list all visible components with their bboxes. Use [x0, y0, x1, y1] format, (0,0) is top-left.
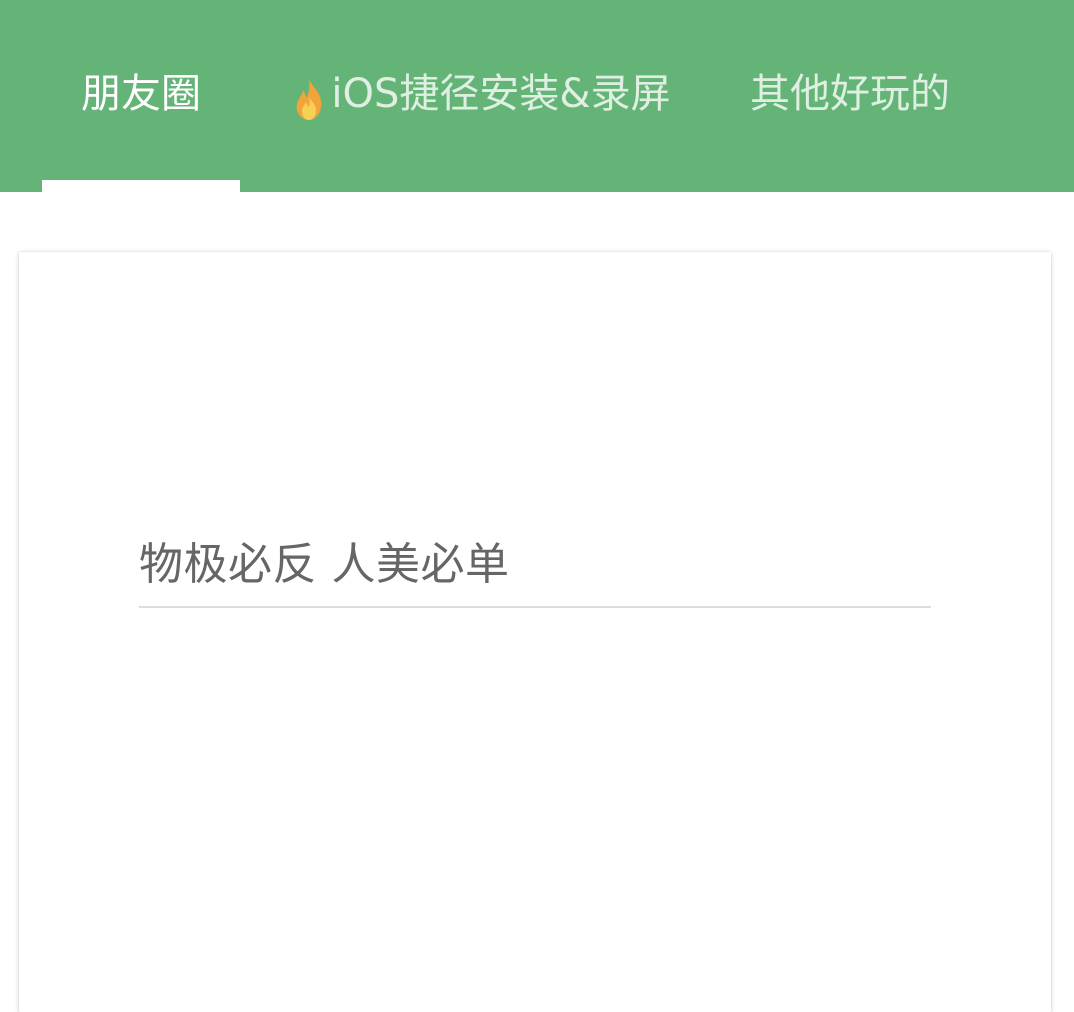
tab-label: iOS捷径安装&录屏: [331, 71, 671, 117]
top-tab-bar: 朋友圈 iOS捷径安装&录屏 其他好玩的: [0, 0, 1074, 192]
tab-ios-shortcuts[interactable]: iOS捷径安装&录屏: [270, 0, 690, 192]
text-field-value: 物极必反 人美必单: [139, 539, 510, 590]
tab-other-fun[interactable]: 其他好玩的: [720, 0, 980, 192]
text-field[interactable]: 物极必反 人美必单: [139, 522, 931, 608]
active-tab-indicator: [42, 180, 240, 192]
tab-moments[interactable]: 朋友圈: [42, 0, 240, 192]
tab-label: 其他好玩的: [750, 71, 950, 117]
fire-icon: [297, 78, 322, 120]
tab-label: 朋友圈: [81, 71, 201, 117]
content-card: 物极必反 人美必单: [19, 252, 1051, 1012]
